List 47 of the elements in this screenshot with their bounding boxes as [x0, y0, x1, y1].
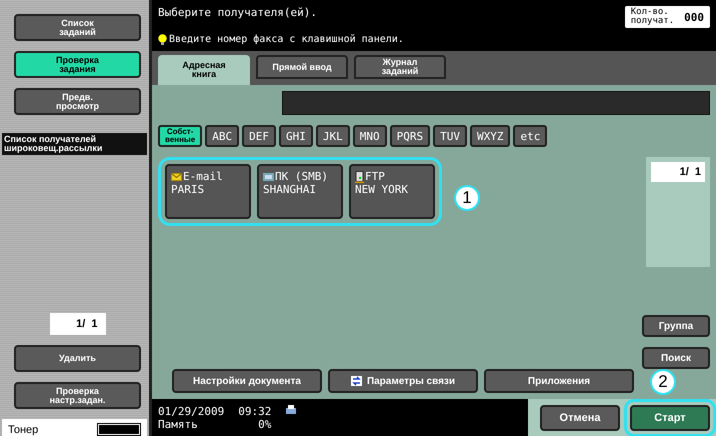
toner-label: Тонер — [8, 424, 38, 436]
index-tab[interactable]: DEF — [242, 125, 276, 147]
tab[interactable]: Прямой ввод — [256, 55, 348, 79]
index-tab[interactable]: etc — [513, 125, 548, 147]
date-text: 01/29/2009 — [158, 405, 224, 418]
index-tab[interactable]: GHI — [278, 125, 313, 147]
index-tab[interactable]: ABC — [205, 125, 240, 147]
destination-button[interactable]: E-mail PARIS — [165, 164, 251, 219]
index-tab[interactable]: WXYZ — [470, 125, 510, 147]
destination-button[interactable]: FTP NEW YORK — [349, 164, 435, 219]
envelope-icon — [171, 172, 182, 180]
memory-label: Память — [158, 418, 199, 431]
lightbulb-icon — [158, 34, 167, 45]
option-button[interactable]: Настройки документа — [172, 369, 322, 393]
time-text: 09:32 — [238, 405, 272, 418]
cancel-button[interactable]: Отмена — [540, 405, 620, 431]
side-button[interactable]: Поиск — [642, 347, 710, 369]
option-button[interactable]: Приложения — [484, 369, 634, 393]
index-tab[interactable]: TUV — [433, 125, 467, 147]
memory-value: 0% — [257, 418, 272, 431]
tab[interactable]: Журнал заданий — [354, 55, 446, 79]
swap-icon — [350, 376, 362, 386]
side-button[interactable]: Группа — [642, 315, 710, 337]
index-tab[interactable]: MNO — [352, 125, 387, 147]
page-counter: 1/ 1 — [651, 162, 705, 182]
sidebar-button[interactable]: Предв. просмотр — [14, 88, 141, 115]
destination-button[interactable]: ПК (SMB) SHANGHAI — [257, 164, 343, 219]
index-tab[interactable]: Собст- венные — [158, 125, 202, 147]
hint-text: Введите номер факса с клавишной панели. — [169, 34, 404, 45]
sidebar-button[interactable]: Список заданий — [14, 14, 141, 41]
index-tab[interactable]: PQRS — [390, 125, 430, 147]
callout-number: 1 — [454, 185, 480, 211]
tab[interactable]: Адресная книга — [158, 55, 250, 85]
page-counter: 1/ 1 — [50, 313, 106, 335]
check-settings-button[interactable]: Проверка настр.задан. — [14, 382, 141, 409]
broadcast-list-label: Список получателей широковещ.рассылки — [2, 133, 147, 155]
option-button[interactable]: Параметры связи — [328, 369, 478, 393]
screen-title: Выберите получателя(ей). — [158, 6, 317, 21]
input-field[interactable] — [282, 91, 710, 115]
computer-icon — [263, 172, 274, 180]
sidebar-button[interactable]: Проверка задания — [14, 51, 141, 78]
server-icon — [355, 170, 364, 182]
delete-button[interactable]: Удалить — [14, 345, 141, 372]
callout-number: 2 — [650, 369, 676, 395]
index-tab[interactable]: JKL — [316, 125, 350, 147]
printer-icon — [285, 405, 298, 416]
recipient-count: Кол-во. получат. 000 — [624, 6, 710, 28]
